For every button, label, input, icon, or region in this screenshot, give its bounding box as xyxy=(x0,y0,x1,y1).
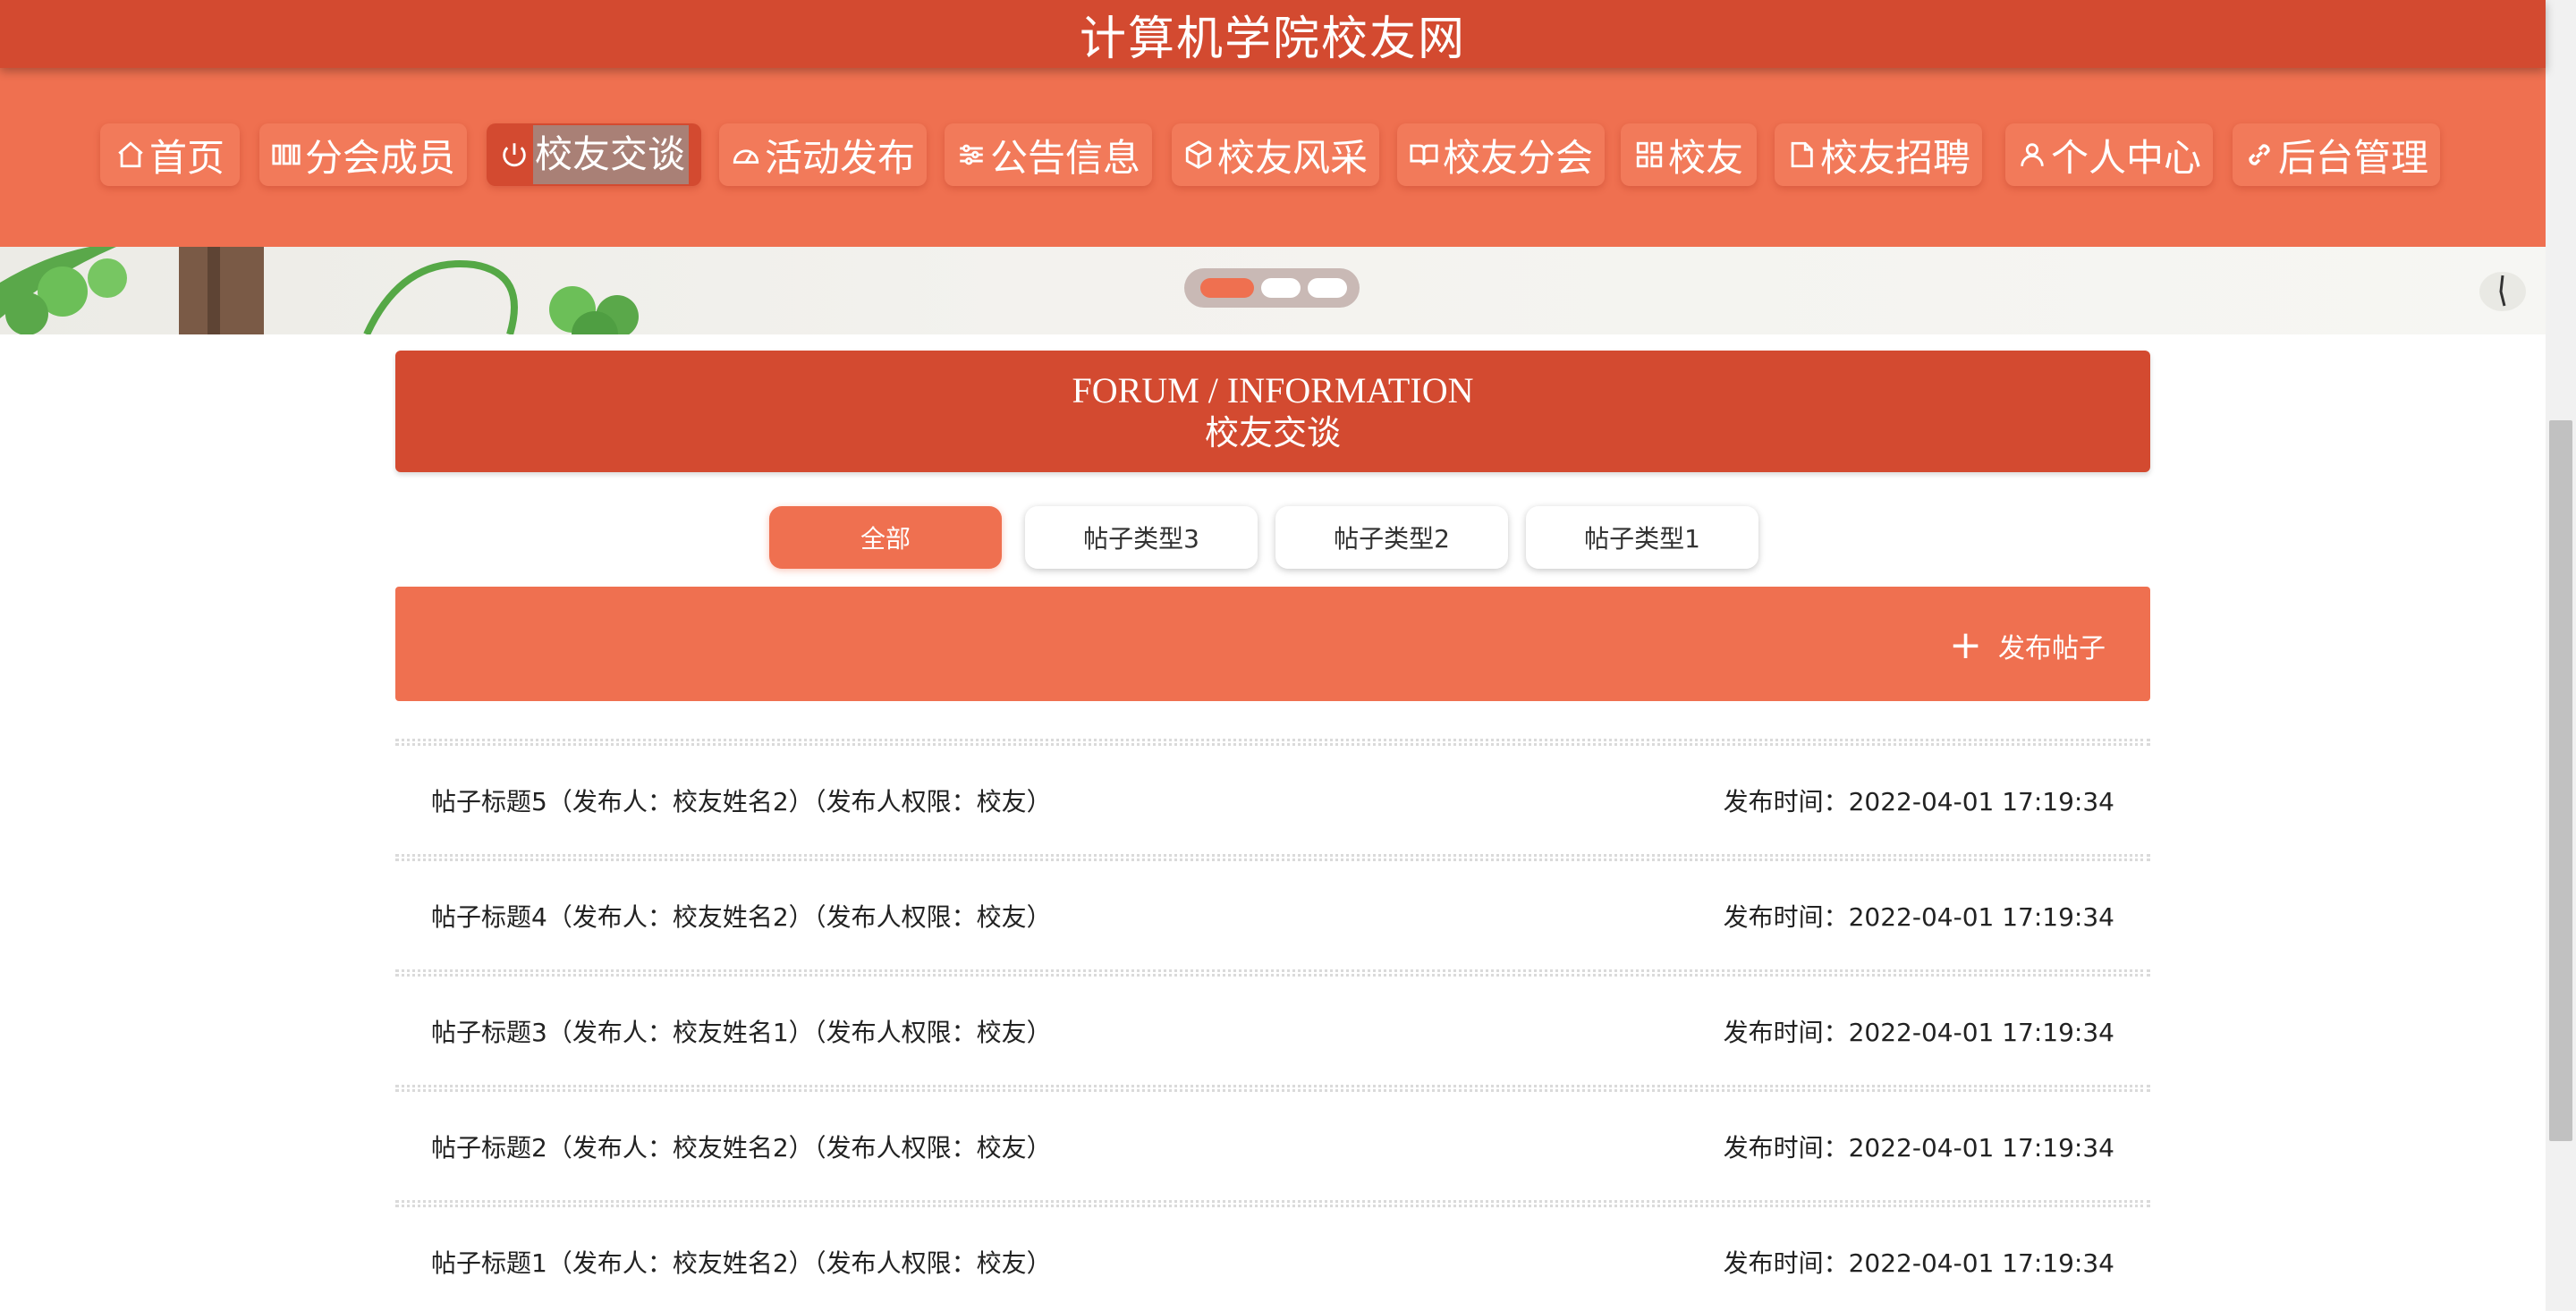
crack-decoration xyxy=(2479,272,2526,311)
post-list: 帖子标题5（发布人：校友姓名2）（发布人权限：校友） 发布时间：2022-04-… xyxy=(395,739,2150,1311)
filter-type-3[interactable]: 帖子类型3 xyxy=(1025,506,1258,569)
cube-icon xyxy=(1183,140,1214,170)
site-header: 计算机学院校友网 xyxy=(0,0,2546,68)
grid-icon xyxy=(1634,140,1665,170)
nav-label: 个人中心 xyxy=(2050,135,2201,180)
carousel-dot-1[interactable] xyxy=(1200,278,1254,298)
section-title-en: FORUM / INFORMATION xyxy=(1072,370,1474,410)
nav-item-branches[interactable]: 校友分会 xyxy=(1397,123,1605,186)
site-title: 计算机学院校友网 xyxy=(1079,12,1466,66)
filter-all[interactable]: 全部 xyxy=(769,506,1002,569)
carousel-dot-2[interactable] xyxy=(1261,278,1301,298)
nav-label: 后台管理 xyxy=(2277,135,2428,180)
nav-label: 校友招聘 xyxy=(1819,135,1970,180)
nav-item-alumni[interactable]: 校友 xyxy=(1621,123,1757,186)
post-title[interactable]: 帖子标题1（发布人：校友姓名2）（发布人权限：校友） xyxy=(431,1244,1052,1280)
post-row[interactable]: 帖子标题1（发布人：校友姓名2）（发布人权限：校友） 发布时间：2022-04-… xyxy=(395,1207,2150,1311)
document-icon xyxy=(1786,140,1817,170)
post-row[interactable]: 帖子标题4（发布人：校友姓名2）（发布人权限：校友） 发布时间：2022-04-… xyxy=(395,861,2150,969)
nav-label: 分会成员 xyxy=(304,135,455,180)
sliders-icon xyxy=(956,140,987,170)
publish-label: 发布帖子 xyxy=(1998,633,2106,664)
nav-label: 校友交谈 xyxy=(532,125,689,184)
page: 计算机学院校友网 首页 分会成员 校友交谈 活动发布 公告信息 校友风采 校友分… xyxy=(0,0,2576,1311)
post-title[interactable]: 帖子标题2（发布人：校友姓名2）（发布人权限：校友） xyxy=(431,1129,1052,1164)
main-nav: 首页 分会成员 校友交谈 活动发布 公告信息 校友风采 校友分会 校友 校友招聘… xyxy=(0,68,2546,247)
post-time: 发布时间：2022-04-01 17:19:34 xyxy=(1723,786,2114,816)
carousel-indicators xyxy=(1184,268,1360,308)
divider xyxy=(395,1085,2150,1092)
divider xyxy=(395,969,2150,977)
nav-label: 公告信息 xyxy=(989,135,1140,180)
post-time: 发布时间：2022-04-01 17:19:34 xyxy=(1723,901,2114,932)
post-time: 发布时间：2022-04-01 17:19:34 xyxy=(1723,1017,2114,1047)
page-scrollbar[interactable] xyxy=(2546,0,2576,1311)
post-title[interactable]: 帖子标题4（发布人：校友姓名2）（发布人权限：校友） xyxy=(431,898,1052,934)
post-title[interactable]: 帖子标题3（发布人：校友姓名1）（发布人权限：校友） xyxy=(431,1013,1052,1049)
nav-label: 校友分会 xyxy=(1442,135,1593,180)
divider xyxy=(395,854,2150,861)
user-icon xyxy=(2017,140,2047,170)
nav-item-showcase[interactable]: 校友风采 xyxy=(1172,123,1379,186)
banner-carousel xyxy=(0,247,2546,334)
gauge-icon xyxy=(731,140,761,170)
book-icon xyxy=(1409,140,1439,170)
section-title-cn: 校友交谈 xyxy=(1204,413,1341,453)
home-icon xyxy=(115,140,146,170)
nav-label: 首页 xyxy=(148,135,225,180)
post-row[interactable]: 帖子标题3（发布人：校友姓名1）（发布人权限：校友） 发布时间：2022-04-… xyxy=(395,977,2150,1085)
nav-item-admin[interactable]: 后台管理 xyxy=(2233,123,2440,186)
nav-label: 校友风采 xyxy=(1216,135,1368,180)
action-bar: + 发布帖子 xyxy=(395,587,2150,701)
clover-decoration xyxy=(0,247,639,334)
post-time: 发布时间：2022-04-01 17:19:34 xyxy=(1723,1132,2114,1163)
nav-label: 校友 xyxy=(1667,135,1743,180)
post-row[interactable]: 帖子标题2（发布人：校友姓名2）（发布人权限：校友） 发布时间：2022-04-… xyxy=(395,1092,2150,1200)
post-time: 发布时间：2022-04-01 17:19:34 xyxy=(1723,1248,2114,1278)
post-row[interactable]: 帖子标题5（发布人：校友姓名2）（发布人权限：校友） 发布时间：2022-04-… xyxy=(395,746,2150,854)
divider xyxy=(395,739,2150,746)
nav-item-profile[interactable]: 个人中心 xyxy=(2005,123,2213,186)
divider xyxy=(395,1200,2150,1207)
nav-item-notices[interactable]: 公告信息 xyxy=(945,123,1152,186)
plus-icon: + xyxy=(1949,622,1982,668)
filter-type-2[interactable]: 帖子类型2 xyxy=(1275,506,1508,569)
power-icon xyxy=(499,140,530,170)
nav-item-jobs[interactable]: 校友招聘 xyxy=(1775,123,1982,186)
nav-item-members[interactable]: 分会成员 xyxy=(259,123,467,186)
nav-label: 活动发布 xyxy=(764,135,915,180)
post-title[interactable]: 帖子标题5（发布人：校友姓名2）（发布人权限：校友） xyxy=(431,782,1052,818)
nav-item-home[interactable]: 首页 xyxy=(100,123,240,186)
publish-post-button[interactable]: + 发布帖子 xyxy=(1949,626,2106,665)
carousel-dot-3[interactable] xyxy=(1308,278,1347,298)
nav-item-forum[interactable]: 校友交谈 xyxy=(487,123,701,186)
scrollbar-thumb[interactable] xyxy=(2549,420,2572,1141)
filter-type-1[interactable]: 帖子类型1 xyxy=(1526,506,1758,569)
nav-item-events[interactable]: 活动发布 xyxy=(719,123,927,186)
link-icon xyxy=(2244,140,2275,170)
members-icon xyxy=(271,140,301,170)
section-header: FORUM / INFORMATION 校友交谈 xyxy=(395,351,2150,472)
